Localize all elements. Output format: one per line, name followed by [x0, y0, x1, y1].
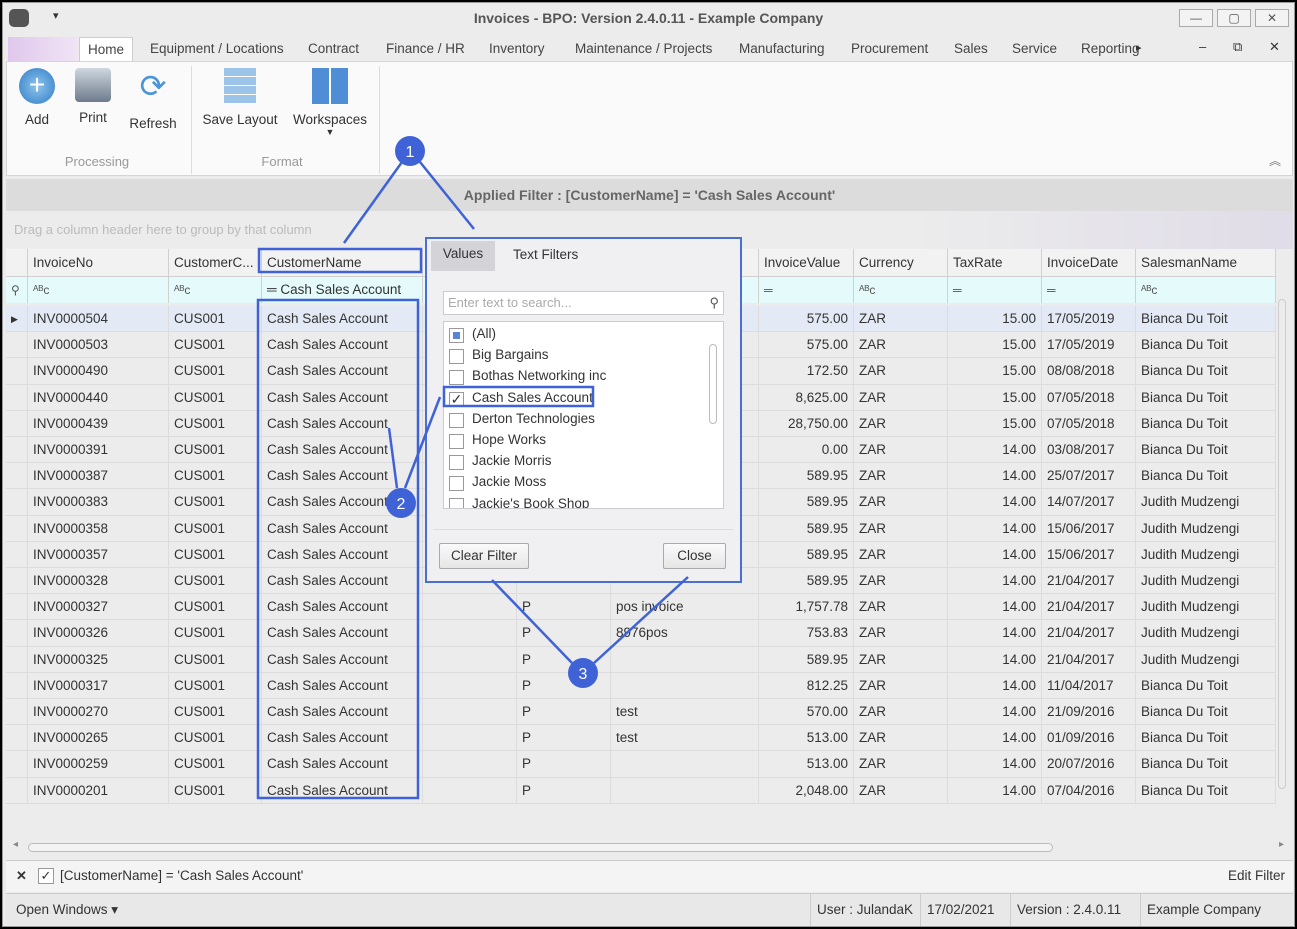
callout-2-label: 2	[397, 496, 406, 513]
callout-1-label: 1	[406, 144, 415, 161]
callout-3-label: 3	[579, 666, 588, 683]
annotation-overlay: 1 2 3	[256, 136, 689, 800]
